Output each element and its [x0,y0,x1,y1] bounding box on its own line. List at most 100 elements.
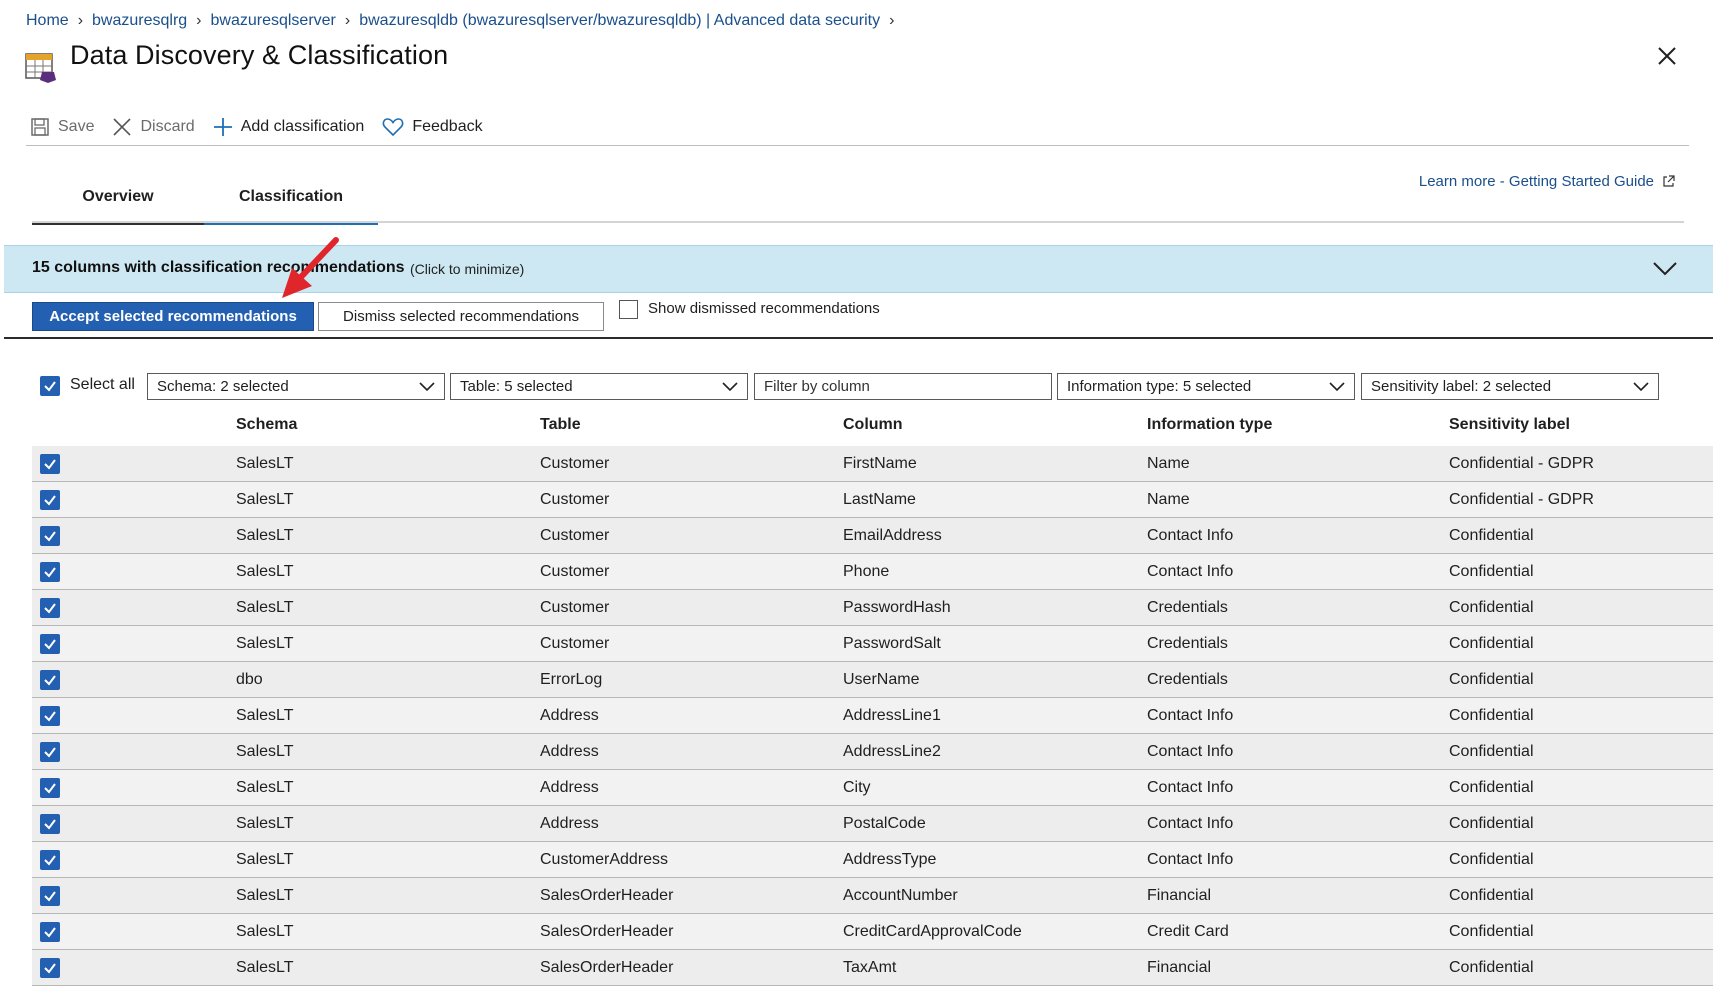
learn-more-link[interactable]: Learn more - Getting Started Guide [1419,173,1675,190]
breadcrumb-database[interactable]: bwazuresqldb (bwazuresqlserver/bwazuresq… [359,12,880,30]
row-checkbox[interactable] [40,490,60,510]
cell-column: PasswordSalt [843,635,941,652]
row-checkbox[interactable] [40,670,60,690]
checkmark-icon [44,927,56,938]
row-checkbox[interactable] [40,850,60,870]
table-row[interactable]: SalesLT SalesOrderHeader TaxAmt Financial Co… [32,950,1713,986]
row-checkbox[interactable] [40,742,60,762]
sensitivity-label-filter-dropdown[interactable]: Sensitivity label: 2 selected [1361,373,1659,400]
table-row[interactable]: SalesLT Customer LastName Name Confidential … [32,482,1713,518]
cell-sensitivity-label: Confidential - GDPR [1449,455,1594,472]
close-icon[interactable] [1655,44,1679,68]
table-row[interactable]: SalesLT Address PostalCode Contact Info Conf… [32,806,1713,842]
breadcrumb-resource-group[interactable]: bwazuresqlrg [92,12,187,30]
table-row[interactable]: SalesLT Customer EmailAddress Contact Info C… [32,518,1713,554]
cell-sensitivity-label: Confidential [1449,815,1534,832]
tab-overview[interactable]: Overview [32,172,204,225]
select-all-checkbox[interactable] [40,376,60,396]
cell-sensitivity-label: Confidential [1449,743,1534,760]
row-checkbox[interactable] [40,778,60,798]
cell-sensitivity-label: Confidential [1449,527,1534,544]
red-arrow-annotation [270,232,350,304]
save-button[interactable]: Save [30,117,94,137]
banner-hint[interactable]: (Click to minimize) [410,261,524,277]
cell-schema: SalesLT [236,887,294,904]
data-classification-icon [24,50,58,84]
cell-information-type: Financial [1147,887,1212,904]
row-checkbox[interactable] [40,886,60,906]
toolbar-divider [26,145,1689,146]
cell-table: SalesOrderHeader [540,959,674,976]
feedback-button[interactable]: Feedback [382,117,483,137]
cell-schema: SalesLT [236,455,294,472]
cell-column: PostalCode [843,815,926,832]
breadcrumb-server[interactable]: bwazuresqlserver [211,12,336,30]
table-row[interactable]: SalesLT CustomerAddress AddressType Contact… [32,842,1713,878]
cell-schema: SalesLT [236,563,294,580]
checkmark-icon [44,381,56,392]
cell-information-type: Credentials [1147,599,1228,616]
cell-schema: SalesLT [236,959,294,976]
checkmark-icon [44,639,56,650]
cell-sensitivity-label: Confidential [1449,599,1534,616]
breadcrumb: Home › bwazuresqlrg › bwazuresqlserver ›… [26,10,903,32]
cell-column: AddressType [843,851,937,868]
checkmark-icon [44,675,56,686]
checkmark-icon [44,747,56,758]
row-checkbox[interactable] [40,958,60,978]
row-checkbox[interactable] [40,814,60,834]
cell-sensitivity-label: Confidential [1449,779,1534,796]
row-checkbox[interactable] [40,454,60,474]
cell-column: CreditCardApprovalCode [843,923,1022,940]
recommendations-table: SalesLT Customer FirstName Name Confidential… [32,446,1713,986]
column-filter-input[interactable]: Filter by column [754,373,1052,400]
chevron-down-icon [722,381,738,391]
table-filter-value: Table: 5 selected [460,378,573,395]
information-type-filter-dropdown[interactable]: Information type: 5 selected [1057,373,1355,400]
add-classification-label: Add classification [240,118,365,135]
cell-schema: SalesLT [236,779,294,796]
heart-icon [382,118,404,137]
row-checkbox[interactable] [40,706,60,726]
cell-table: CustomerAddress [540,851,669,868]
table-row[interactable]: SalesLT Customer FirstName Name Confidential… [32,446,1713,482]
schema-filter-dropdown[interactable]: Schema: 2 selected [147,373,445,400]
tab-classification[interactable]: Classification [204,172,378,225]
cell-column: UserName [843,671,920,688]
cell-schema: SalesLT [236,923,294,940]
column-header-column: Column [843,416,903,433]
checkmark-icon [44,495,56,506]
discard-button[interactable]: Discard [112,117,195,137]
cell-column: PasswordHash [843,599,951,616]
column-header-sensitivity-label: Sensitivity label [1449,416,1570,433]
breadcrumb-home[interactable]: Home [26,12,69,30]
save-icon [31,118,49,136]
row-checkbox[interactable] [40,562,60,582]
chevron-down-icon[interactable] [1652,258,1678,278]
dismiss-recommendations-button[interactable]: Dismiss selected recommendations [318,302,604,331]
show-dismissed-checkbox[interactable] [619,300,638,319]
row-checkbox[interactable] [40,526,60,546]
toolbar: Save Discard Add classification Feedback [30,114,501,140]
cell-column: AddressLine2 [843,743,941,760]
table-row[interactable]: SalesLT SalesOrderHeader AccountNumber Fina… [32,878,1713,914]
add-classification-button[interactable]: Add classification [213,117,365,137]
row-checkbox[interactable] [40,598,60,618]
row-checkbox[interactable] [40,634,60,654]
table-row[interactable]: SalesLT Customer PasswordSalt Credentials Co… [32,626,1713,662]
table-row[interactable]: dbo ErrorLog UserName Credentials Confidenti… [32,662,1713,698]
table-row[interactable]: SalesLT Address City Contact Info Confidenti… [32,770,1713,806]
accept-recommendations-button[interactable]: Accept selected recommendations [32,302,314,331]
cell-table: Customer [540,527,610,544]
table-row[interactable]: SalesLT Customer PasswordHash Credentials Co… [32,590,1713,626]
checkmark-icon [44,783,56,794]
table-row[interactable]: SalesLT Customer Phone Contact Info Confiden… [32,554,1713,590]
column-header-information-type: Information type [1147,416,1273,433]
checkmark-icon [44,531,56,542]
table-row[interactable]: SalesLT Address AddressLine1 Contact Info Co… [32,698,1713,734]
row-checkbox[interactable] [40,922,60,942]
cell-sensitivity-label: Confidential [1449,851,1534,868]
table-filter-dropdown[interactable]: Table: 5 selected [450,373,748,400]
table-row[interactable]: SalesLT Address AddressLine2 Contact Info Co… [32,734,1713,770]
table-row[interactable]: SalesLT SalesOrderHeader CreditCardApprova… [32,914,1713,950]
